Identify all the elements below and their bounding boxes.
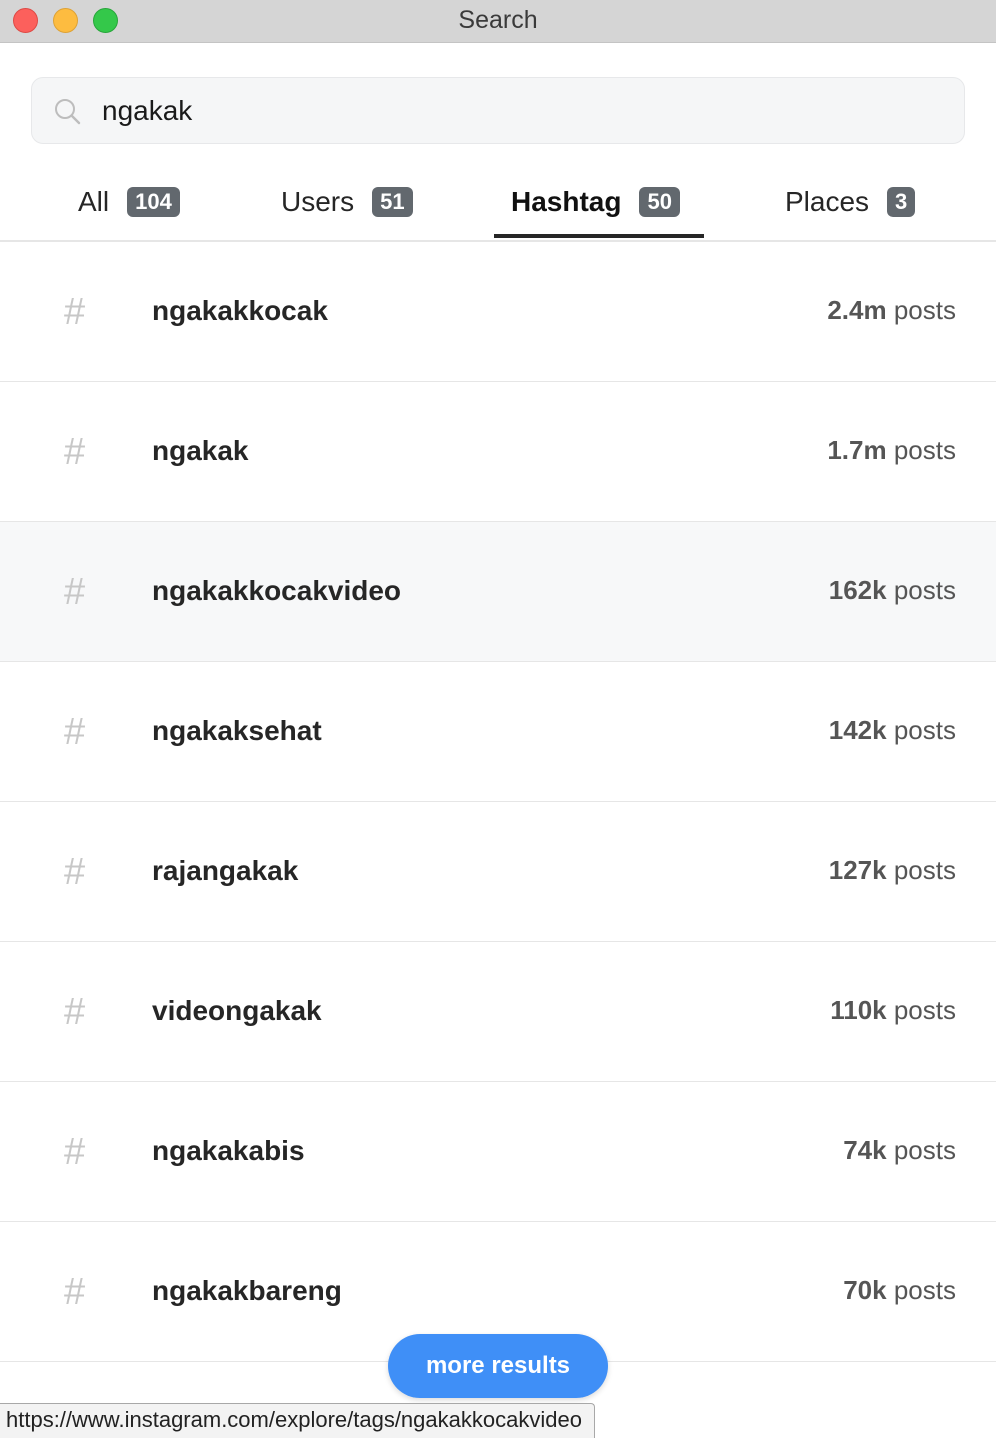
tab-hashtag-label: Hashtag: [511, 186, 622, 217]
list-item[interactable]: # ngakakabis 74k posts: [0, 1082, 996, 1222]
status-bar-url: https://www.instagram.com/explore/tags/n…: [0, 1403, 595, 1438]
list-item[interactable]: # rajangakak 127k posts: [0, 802, 996, 942]
hashtag-name: ngakakabis: [152, 1135, 305, 1166]
hashtag-name: videongakak: [152, 995, 322, 1026]
hashtag-name: ngakaksehat: [152, 715, 322, 746]
tab-places-label: Places: [785, 186, 870, 217]
tab-users[interactable]: Users 51: [281, 182, 413, 222]
tab-places-count-badge: 3: [887, 187, 916, 217]
tab-hashtag-count-badge: 50: [639, 187, 680, 217]
hashtag-icon: #: [64, 851, 86, 893]
hashtag-icon: #: [64, 991, 86, 1033]
tab-users-count-badge: 51: [372, 187, 413, 217]
post-count: 127k posts: [828, 855, 956, 885]
hashtag-icon: #: [64, 291, 86, 333]
active-tab-indicator: [494, 234, 704, 238]
more-results-button[interactable]: more results: [388, 1334, 608, 1398]
hashtag-name: ngakakkocakvideo: [152, 575, 402, 606]
tab-all[interactable]: All 104: [78, 182, 180, 222]
hashtag-name: ngakak: [152, 435, 249, 466]
window-title: Search: [458, 6, 538, 34]
hashtag-icon: #: [64, 1131, 86, 1173]
hashtag-icon: #: [64, 431, 86, 473]
hashtag-results-list: # ngakakkocak 2.4m posts # ngakak 1.7m p…: [0, 242, 996, 1438]
post-count: 1.7m posts: [827, 435, 956, 465]
post-count: 74k posts: [843, 1135, 956, 1165]
search-box[interactable]: [31, 77, 965, 144]
result-tabs: All 104 Users 51 Hashtag 50 Places 3: [0, 160, 996, 242]
post-count: 142k posts: [828, 715, 956, 745]
post-count: 2.4m posts: [827, 295, 956, 325]
hashtag-icon: #: [64, 571, 86, 613]
hashtag-icon: #: [64, 711, 86, 753]
hashtag-icon: #: [64, 1271, 86, 1313]
tab-users-label: Users: [281, 186, 355, 217]
post-count: 70k posts: [843, 1275, 956, 1305]
search-input[interactable]: [102, 88, 942, 134]
window-titlebar: Search: [0, 0, 996, 43]
hashtag-name: rajangakak: [152, 855, 299, 886]
post-count: 162k posts: [828, 575, 956, 605]
list-item-hovered[interactable]: # ngakakkocakvideo 162k posts: [0, 522, 996, 662]
search-icon: [55, 99, 81, 125]
tab-hashtag[interactable]: Hashtag 50: [511, 182, 680, 222]
post-count: 110k posts: [830, 995, 956, 1025]
list-item[interactable]: # ngakak 1.7m posts: [0, 382, 996, 522]
list-item[interactable]: # ngakaksehat 142k posts: [0, 662, 996, 802]
hashtag-name: ngakakkocak: [152, 295, 328, 326]
list-item[interactable]: # videongakak 110k posts: [0, 942, 996, 1082]
tab-places[interactable]: Places 3: [785, 182, 916, 222]
list-item[interactable]: # ngakakkocak 2.4m posts: [0, 242, 996, 382]
tab-all-label: All: [78, 186, 110, 217]
tab-all-count-badge: 104: [127, 187, 180, 217]
hashtag-name: ngakakbareng: [152, 1275, 342, 1306]
